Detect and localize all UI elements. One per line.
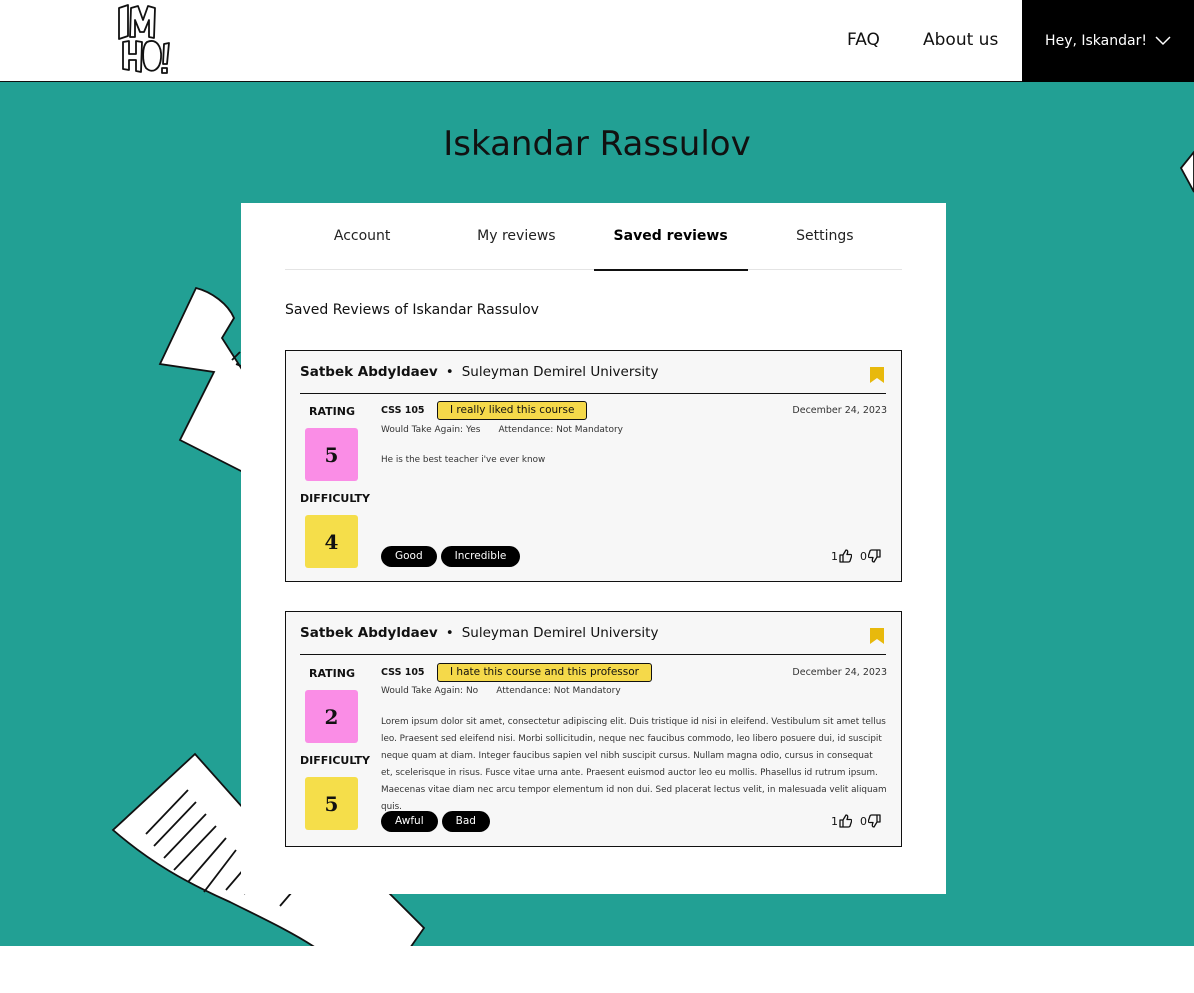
review-card: Satbek Abdyldaev • Suleyman Demirel Univ…	[285, 611, 902, 847]
attendance: Attendance: Not Mandatory	[498, 425, 623, 435]
university-name[interactable]: Suleyman Demirel University	[462, 625, 659, 641]
review-date: December 24, 2023	[792, 667, 887, 678]
profile-tabs: Account My reviews Saved reviews Setting…	[285, 203, 902, 271]
feeling-badge: I really liked this course	[437, 401, 588, 420]
like-button[interactable]: 1	[831, 814, 852, 828]
rating-label: RATING	[309, 405, 355, 418]
review-meta: Would Take Again: Yes Attendance: Not Man…	[381, 425, 623, 435]
professor-name[interactable]: Satbek Abdyldaev	[300, 625, 438, 641]
imho-logo[interactable]	[116, 4, 172, 76]
review-card-header: Satbek Abdyldaev • Suleyman Demirel Univ…	[300, 612, 886, 655]
profile-name: Iskandar Rassulov	[443, 124, 751, 164]
thumbs-down-icon	[868, 549, 881, 563]
tag-chip: Incredible	[440, 546, 521, 567]
section-title: Saved Reviews of Iskandar Rassulov	[285, 302, 539, 318]
dislike-button[interactable]: 0	[860, 814, 881, 828]
rating-score: 5	[305, 428, 358, 481]
vote-controls: 1 0	[831, 814, 881, 828]
thumbs-up-icon	[839, 549, 852, 563]
review-tags: Good Incredible	[381, 546, 521, 567]
university-name[interactable]: Suleyman Demirel University	[462, 364, 659, 380]
review-comment: He is the best teacher i've ever know	[381, 455, 546, 465]
dislike-button[interactable]: 0	[860, 549, 881, 563]
separator-dot: •	[445, 625, 454, 641]
difficulty-score: 5	[305, 777, 358, 830]
thumbs-down-icon	[868, 814, 881, 828]
page-footer	[0, 946, 1194, 993]
review-date: December 24, 2023	[792, 405, 887, 416]
like-count: 1	[831, 549, 838, 563]
would-take-again: Would Take Again: Yes	[381, 425, 481, 435]
dislike-count: 0	[860, 814, 867, 828]
review-comment: Lorem ipsum dolor sit amet, consectetur …	[381, 717, 887, 812]
rating-label: RATING	[309, 667, 355, 680]
thumbs-up-icon	[839, 814, 852, 828]
tab-saved-reviews[interactable]: Saved reviews	[593, 203, 749, 271]
like-count: 1	[831, 814, 838, 828]
tag-chip: Good	[381, 546, 437, 567]
attendance: Attendance: Not Mandatory	[496, 686, 621, 696]
user-menu-button[interactable]: Hey, Iskandar!	[1022, 0, 1194, 82]
difficulty-score: 4	[305, 515, 358, 568]
tag-chip: Bad	[441, 811, 490, 832]
course-code: CSS 105	[381, 405, 425, 416]
difficulty-label: DIFFICULTY	[300, 754, 371, 767]
nav-faq-link[interactable]: FAQ	[847, 30, 880, 50]
user-greeting: Hey, Iskandar!	[1045, 33, 1147, 49]
site-header: FAQ About us Hey, Iskandar!	[0, 0, 1194, 82]
tab-account[interactable]: Account	[285, 203, 439, 269]
professor-name[interactable]: Satbek Abdyldaev	[300, 364, 438, 380]
review-meta: Would Take Again: No Attendance: Not Mand…	[381, 686, 621, 696]
bookmark-icon[interactable]	[869, 366, 885, 384]
nav-about-link[interactable]: About us	[923, 30, 998, 50]
review-tags: Awful Bad	[381, 811, 490, 832]
vote-controls: 1 0	[831, 549, 881, 563]
review-card-header: Satbek Abdyldaev • Suleyman Demirel Univ…	[300, 351, 886, 394]
would-take-again: Would Take Again: No	[381, 686, 479, 696]
dislike-count: 0	[860, 549, 867, 563]
difficulty-label: DIFFICULTY	[300, 492, 371, 505]
chevron-down-icon	[1155, 36, 1171, 46]
feeling-badge: I hate this course and this professor	[437, 663, 652, 682]
tab-my-reviews[interactable]: My reviews	[439, 203, 593, 269]
course-code: CSS 105	[381, 667, 425, 678]
separator-dot: •	[445, 364, 454, 380]
rating-score: 2	[305, 690, 358, 743]
tag-chip: Awful	[381, 811, 438, 832]
like-button[interactable]: 1	[831, 549, 852, 563]
tab-settings[interactable]: Settings	[748, 203, 902, 269]
review-card: Satbek Abdyldaev • Suleyman Demirel Univ…	[285, 350, 902, 582]
bookmark-icon[interactable]	[869, 627, 885, 645]
profile-panel: Account My reviews Saved reviews Setting…	[241, 203, 946, 894]
